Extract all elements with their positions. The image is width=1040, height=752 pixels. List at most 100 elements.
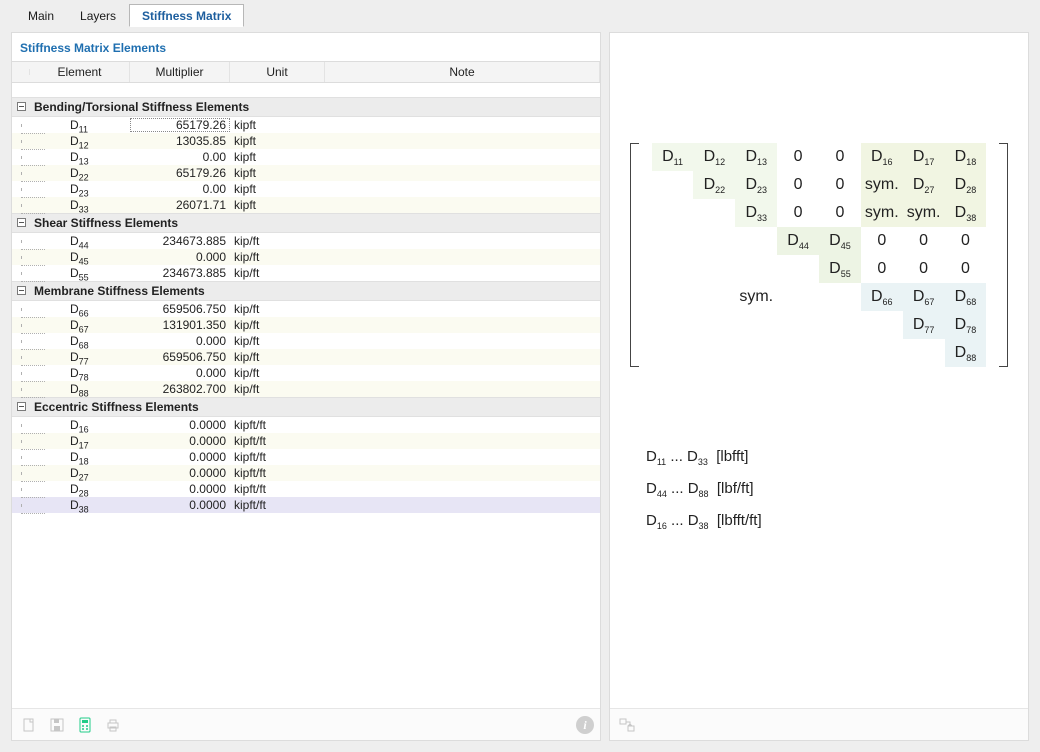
matrix-cell: 0 — [819, 171, 861, 199]
table-row[interactable]: D77659506.750kip/ft — [12, 349, 600, 365]
table-row[interactable]: D44234673.885kip/ft — [12, 233, 600, 249]
multiplier-cell[interactable]: 0.0000 — [130, 482, 230, 496]
table-row[interactable]: D88263802.700kip/ft — [12, 381, 600, 397]
matrix-cell — [777, 255, 819, 283]
multiplier-cell[interactable]: 0.0000 — [130, 466, 230, 480]
table-row[interactable]: D1165179.26kipft — [12, 117, 600, 133]
table-row[interactable]: D1213035.85kipft — [12, 133, 600, 149]
matrix-cell: 0 — [777, 143, 819, 171]
matrix-cell: D18 — [945, 143, 987, 171]
matrix-cell — [693, 283, 735, 311]
element-cell: D18 — [30, 450, 130, 464]
table-row[interactable]: D780.000kip/ft — [12, 365, 600, 381]
table-row[interactable]: D170.0000kipft/ft — [12, 433, 600, 449]
multiplier-cell[interactable]: 0.0000 — [130, 450, 230, 464]
matrix-cell: 0 — [903, 227, 945, 255]
matrix-cell: D13 — [735, 143, 777, 171]
multiplier-cell[interactable]: 65179.26 — [130, 166, 230, 180]
tab-stiffness-matrix[interactable]: Stiffness Matrix — [129, 4, 244, 27]
col-unit[interactable]: Unit — [230, 62, 325, 82]
multiplier-cell[interactable]: 65179.26 — [130, 118, 230, 132]
matrix-cell: D88 — [945, 339, 987, 367]
element-cell: D33 — [30, 198, 130, 212]
multiplier-cell[interactable]: 0.000 — [130, 366, 230, 380]
table-row[interactable]: D67131901.350kip/ft — [12, 317, 600, 333]
table-row[interactable]: D2265179.26kipft — [12, 165, 600, 181]
col-multiplier[interactable]: Multiplier — [130, 62, 230, 82]
table-row[interactable]: D280.0000kipft/ft — [12, 481, 600, 497]
matrix-cell: D77 — [903, 311, 945, 339]
new-button[interactable] — [18, 714, 40, 736]
matrix-cell — [693, 311, 735, 339]
matrix-cell: 0 — [777, 199, 819, 227]
matrix-cell: sym. — [861, 171, 903, 199]
elements-panel: Stiffness Matrix Elements Element Multip… — [11, 32, 601, 741]
collapse-icon[interactable] — [12, 400, 30, 414]
transfer-button[interactable] — [616, 714, 638, 736]
matrix-cell — [652, 171, 694, 199]
printer-icon — [105, 717, 121, 733]
table-row[interactable]: D270.0000kipft/ft — [12, 465, 600, 481]
save-button[interactable] — [46, 714, 68, 736]
multiplier-cell[interactable]: 0.0000 — [130, 418, 230, 432]
multiplier-cell[interactable]: 234673.885 — [130, 266, 230, 280]
matrix-cell — [735, 255, 777, 283]
multiplier-cell[interactable]: 0.000 — [130, 250, 230, 264]
multiplier-cell[interactable]: 0.00 — [130, 150, 230, 164]
unit-cell: kipft/ft — [230, 498, 325, 512]
tab-layers[interactable]: Layers — [67, 4, 129, 27]
table-row[interactable]: D55234673.885kip/ft — [12, 265, 600, 281]
multiplier-cell[interactable]: 0.0000 — [130, 434, 230, 448]
table-row[interactable]: D3326071.71kipft — [12, 197, 600, 213]
unit-cell: kipft — [230, 150, 325, 164]
unit-cell: kip/ft — [230, 366, 325, 380]
multiplier-cell[interactable]: 234673.885 — [130, 234, 230, 248]
matrix-cell — [777, 311, 819, 339]
table-row[interactable]: D130.00kipft — [12, 149, 600, 165]
matrix-cell: 0 — [945, 255, 987, 283]
table-row[interactable]: D180.0000kipft/ft — [12, 449, 600, 465]
collapse-icon[interactable] — [12, 284, 30, 298]
collapse-icon[interactable] — [12, 216, 30, 230]
multiplier-cell[interactable]: 26071.71 — [130, 198, 230, 212]
tab-main[interactable]: Main — [15, 4, 67, 27]
multiplier-cell[interactable]: 0.0000 — [130, 498, 230, 512]
transfer-icon — [619, 717, 635, 733]
element-cell: D68 — [30, 334, 130, 348]
multiplier-cell[interactable]: 0.00 — [130, 182, 230, 196]
matrix-cell: D68 — [945, 283, 987, 311]
unit-cell: kip/ft — [230, 250, 325, 264]
table-row[interactable]: D680.000kip/ft — [12, 333, 600, 349]
group-header[interactable]: Bending/Torsional Stiffness Elements — [12, 97, 600, 117]
table-row[interactable]: D66659506.750kip/ft — [12, 301, 600, 317]
elements-tree[interactable]: Bending/Torsional Stiffness ElementsD116… — [12, 97, 600, 706]
group-header[interactable]: Eccentric Stiffness Elements — [12, 397, 600, 417]
element-cell: D38 — [30, 498, 130, 512]
multiplier-cell[interactable]: 659506.750 — [130, 302, 230, 316]
table-row[interactable]: D160.0000kipft/ft — [12, 417, 600, 433]
group-header[interactable]: Membrane Stiffness Elements — [12, 281, 600, 301]
multiplier-cell[interactable]: 13035.85 — [130, 134, 230, 148]
multiplier-cell[interactable]: 659506.750 — [130, 350, 230, 364]
element-cell: D44 — [30, 234, 130, 248]
info-button[interactable]: i — [576, 716, 594, 734]
new-icon — [21, 717, 37, 733]
multiplier-cell[interactable]: 263802.700 — [130, 382, 230, 396]
left-toolbar: i — [12, 708, 600, 740]
group-header[interactable]: Shear Stiffness Elements — [12, 213, 600, 233]
collapse-icon[interactable] — [12, 100, 30, 114]
table-row[interactable]: D380.0000kipft/ft — [12, 497, 600, 513]
element-cell: D88 — [30, 382, 130, 396]
calculator-button[interactable] — [74, 714, 96, 736]
table-row[interactable]: D230.00kipft — [12, 181, 600, 197]
print-button[interactable] — [102, 714, 124, 736]
calculator-icon — [77, 717, 93, 733]
unit-cell: kipft — [230, 134, 325, 148]
col-note[interactable]: Note — [325, 62, 600, 82]
col-element[interactable]: Element — [30, 62, 130, 82]
multiplier-cell[interactable]: 0.000 — [130, 334, 230, 348]
matrix-cell: D67 — [903, 283, 945, 311]
multiplier-cell[interactable]: 131901.350 — [130, 318, 230, 332]
table-row[interactable]: D450.000kip/ft — [12, 249, 600, 265]
element-cell: D23 — [30, 182, 130, 196]
